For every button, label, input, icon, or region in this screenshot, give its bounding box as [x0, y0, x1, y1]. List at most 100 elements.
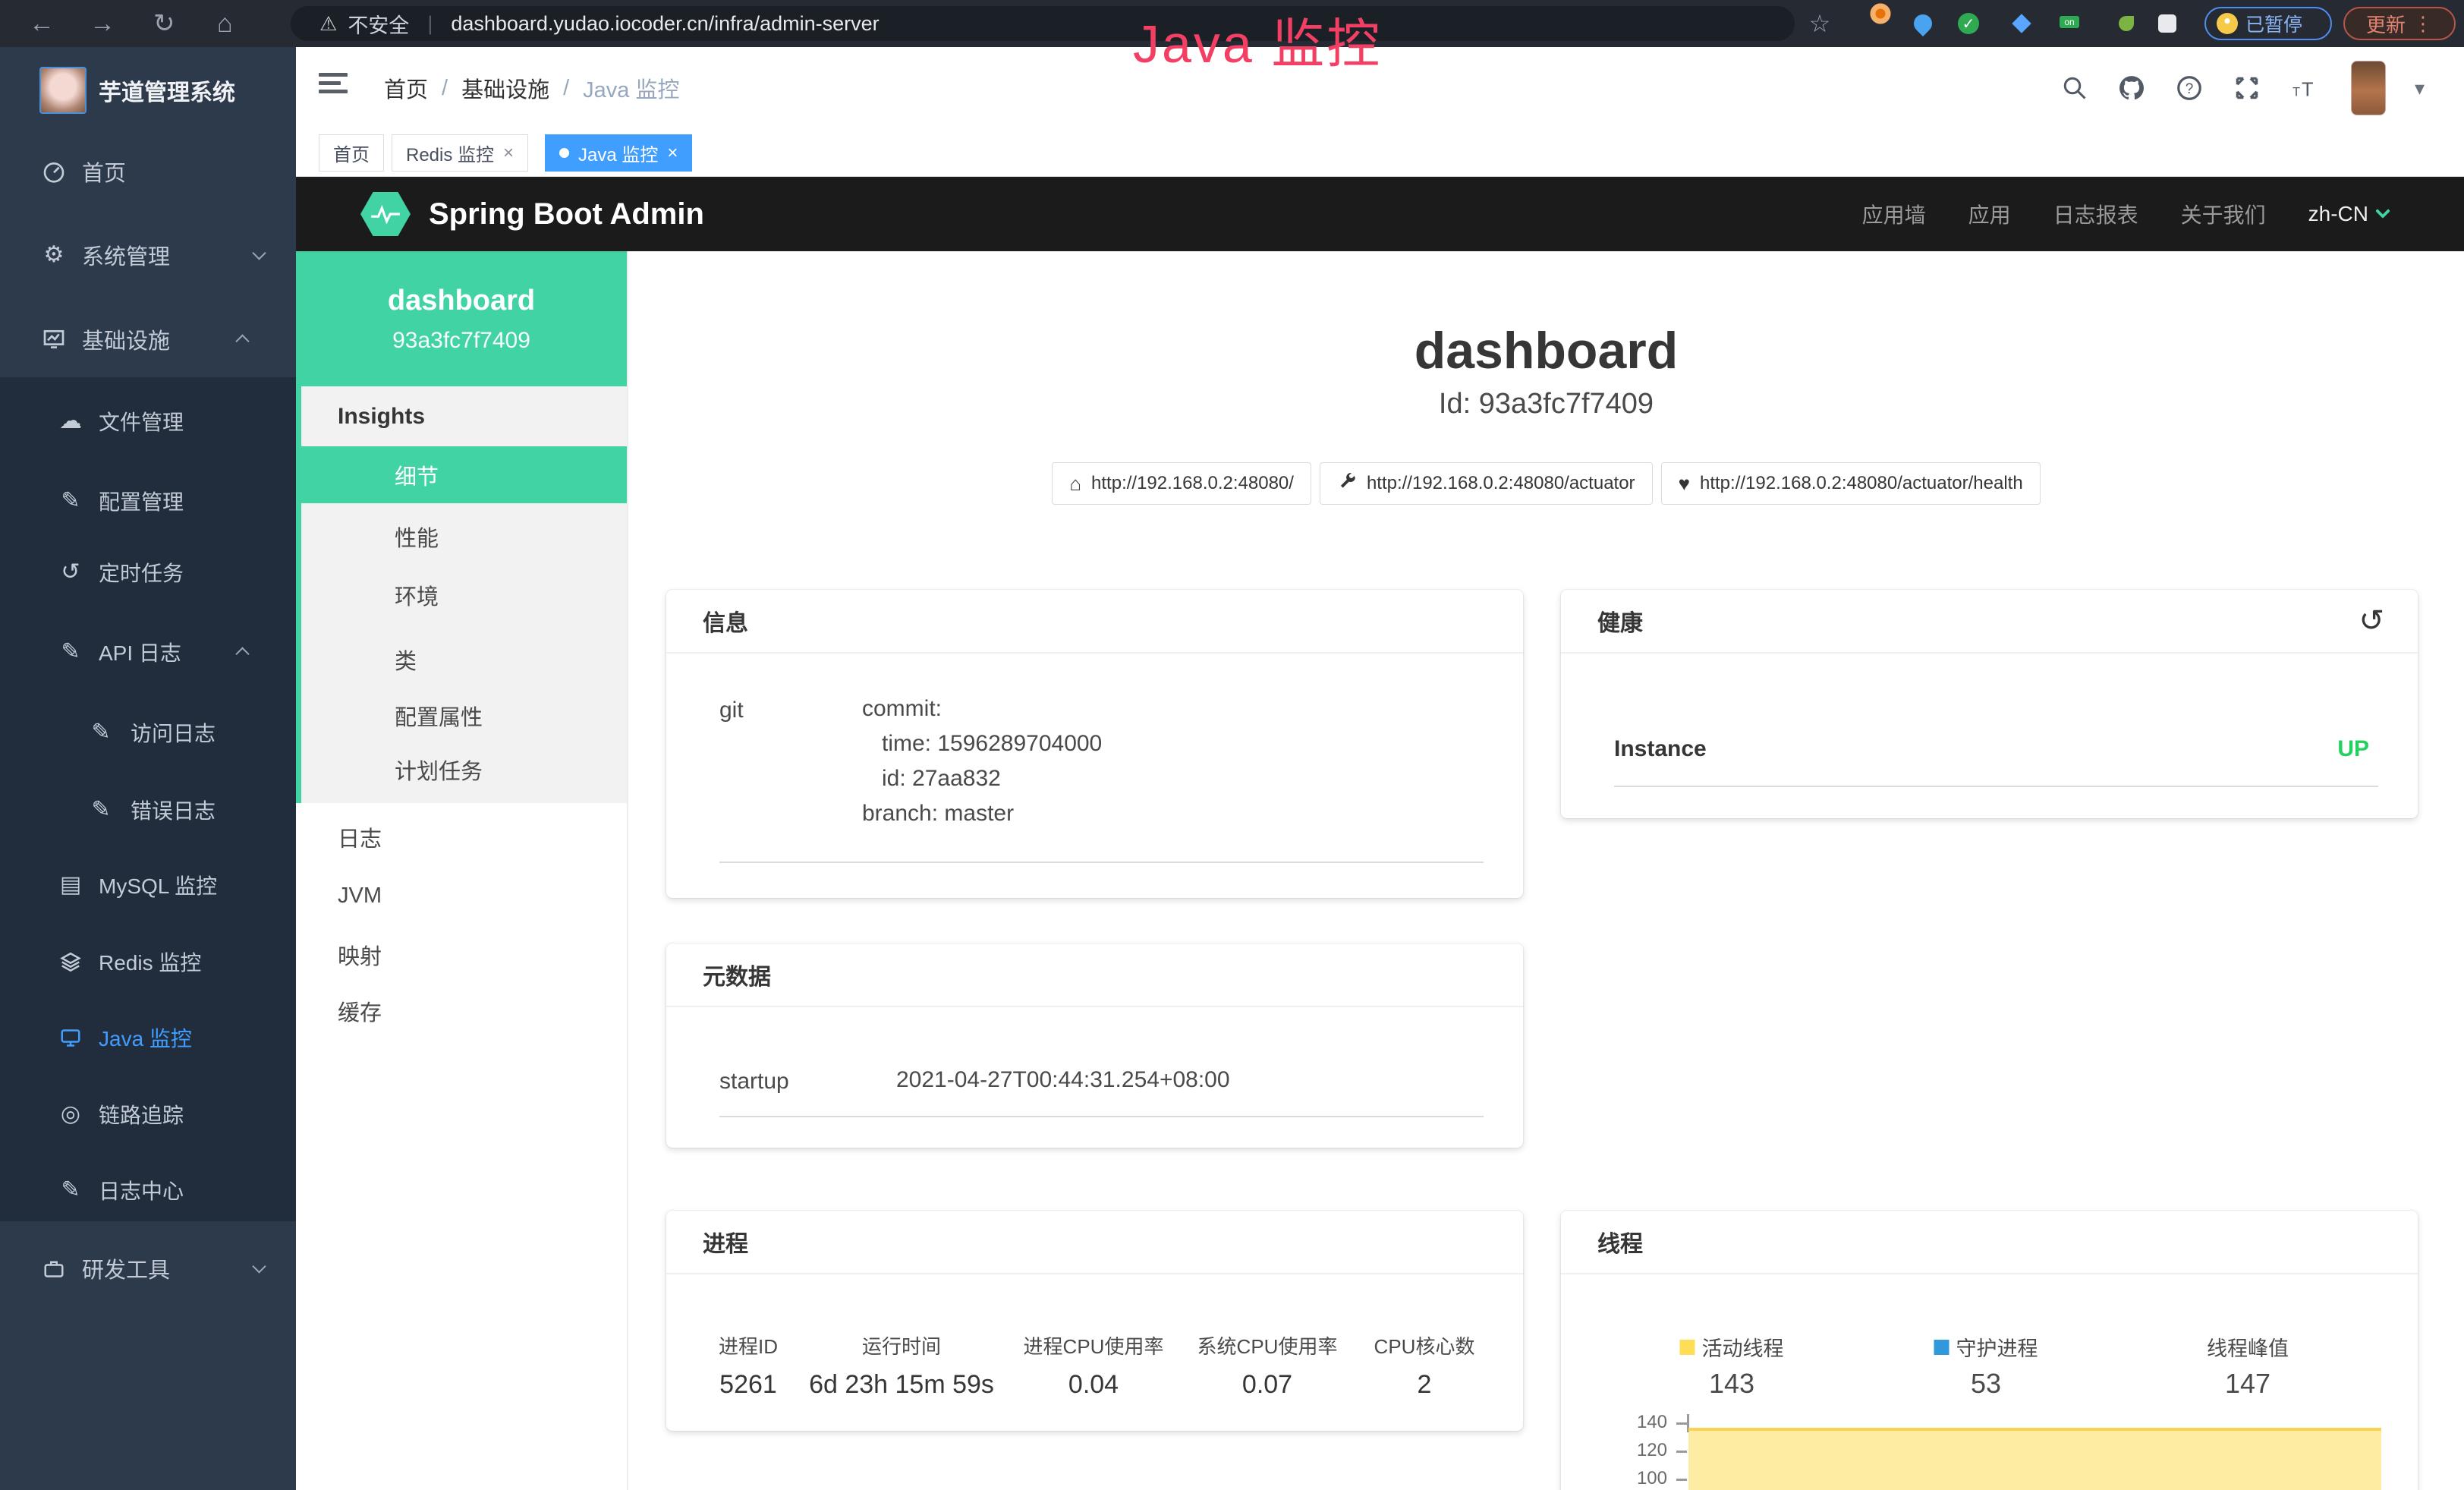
sba-item-classes[interactable]: 类 [296, 631, 627, 688]
health-card: 健康 ↺ Instance UP [1561, 590, 2418, 818]
info-card: 信息 git commit: time: 1596289704000 id: 2… [666, 590, 1523, 898]
github-icon[interactable] [2117, 74, 2146, 102]
chrome-update-button[interactable]: 更新 ⋮ [2343, 7, 2456, 40]
extension-gem-icon[interactable] [2012, 14, 2031, 33]
live-threads-value: 143 [1709, 1368, 1754, 1400]
browser-forward-icon[interactable]: → [90, 11, 115, 36]
user-avatar[interactable] [2351, 61, 2386, 115]
sidebar-item-config-mgmt[interactable]: ✎ 配置管理 [0, 473, 296, 529]
sidebar-item-mysql-monitor[interactable]: ▤ MySQL 监控 [0, 857, 296, 913]
metadata-startup-label: startup [719, 1069, 789, 1095]
sidebar-item-scheduled-jobs[interactable]: ↺ 定时任务 [0, 544, 296, 600]
cloud-upload-icon: ☁ [55, 410, 87, 433]
tab-java-monitor[interactable]: Java 监控 × [545, 134, 692, 172]
user-menu-caret-icon[interactable]: ▾ [2415, 77, 2425, 100]
sba-item-scheduled-tasks[interactable]: 计划任务 [296, 741, 627, 798]
sidebar-item-home[interactable]: 首页 [0, 143, 296, 200]
tab-home[interactable]: 首页 [319, 134, 384, 172]
extension-drop-icon[interactable] [1910, 11, 1936, 36]
sba-nav-journal[interactable]: 日志报表 [2053, 199, 2138, 229]
help-icon[interactable]: ? [2175, 74, 2204, 102]
sba-instance-header[interactable]: dashboard 93a3fc7f7409 [296, 251, 627, 386]
history-icon: ↺ [55, 561, 87, 584]
search-icon[interactable] [2061, 74, 2088, 102]
y-tick-100: 100 [1591, 1468, 1667, 1489]
kebab-menu-icon[interactable]: ⋮ [2413, 12, 2433, 36]
sba-language-select[interactable]: zh-CN [2308, 202, 2388, 226]
svg-text:T: T [2292, 86, 2300, 99]
update-label: 更新 [2366, 10, 2406, 38]
metadata-card-title: 元数据 [703, 958, 771, 991]
url-text: dashboard.yudao.iocoder.cn/infra/admin-s… [451, 12, 879, 36]
edit-icon: ✎ [85, 799, 117, 821]
sidebar-item-tracing[interactable]: ◎ 链路追踪 [0, 1086, 296, 1142]
threads-card: 线程 活动线程 守护进程 线程峰值 143 53 147 140 120 100 [1561, 1211, 2418, 1490]
sba-item-config-props[interactable]: 配置属性 [296, 687, 627, 744]
process-cpu-value: 0.04 [1068, 1370, 1119, 1400]
address-bar[interactable]: ⚠ 不安全 | dashboard.yudao.iocoder.cn/infra… [291, 6, 1795, 41]
insights-group-label: Insights [296, 386, 627, 447]
sidebar-item-log-center[interactable]: ✎ 日志中心 [0, 1162, 296, 1218]
chevron-up-icon [235, 334, 249, 348]
breadcrumb: 首页 / 基础设施 / Java 监控 [384, 47, 679, 129]
close-icon[interactable]: × [503, 143, 514, 164]
sidebar-item-infra[interactable]: 基础设施 [0, 311, 296, 367]
browser-back-icon[interactable]: ← [29, 11, 55, 36]
info-git-label: git [719, 698, 744, 723]
extension-orange-icon[interactable] [1871, 4, 1891, 24]
sidebar-item-dev-tools[interactable]: 研发工具 [0, 1240, 296, 1296]
sidebar-item-redis-monitor[interactable]: Redis 监控 [0, 934, 296, 990]
gauge-icon [38, 159, 70, 184]
y-tickmark [1676, 1422, 1687, 1425]
sidebar-item-java-monitor[interactable]: Java 监控 [0, 1010, 296, 1066]
browser-reload-icon[interactable]: ↻ [153, 11, 175, 36]
wrench-icon [1337, 472, 1357, 495]
profile-paused-badge[interactable]: 已暂停 [2204, 7, 2332, 40]
sba-item-logging[interactable]: 日志 [296, 808, 627, 865]
briefcase-icon [38, 1256, 70, 1280]
extension-leaf-icon[interactable] [2119, 16, 2134, 31]
sba-brand[interactable]: Spring Boot Admin [360, 177, 704, 251]
sba-nav-about[interactable]: 关于我们 [2181, 199, 2266, 229]
close-icon[interactable]: × [667, 143, 678, 164]
extension-check-icon[interactable]: ✓ [1958, 13, 1979, 34]
sba-item-details[interactable]: 细节 [296, 446, 627, 503]
cpu-cores-value: 2 [1418, 1370, 1432, 1400]
sba-main-content: dashboard Id: 93a3fc7f7409 ⌂ http://192.… [628, 251, 2464, 1490]
actuator-url-button[interactable]: http://192.168.0.2:48080/actuator [1320, 462, 1653, 505]
sba-item-environment[interactable]: 环境 [296, 566, 627, 623]
sidebar-item-file-mgmt[interactable]: ☁ 文件管理 [0, 393, 296, 449]
sidebar-item-access-log[interactable]: ✎ 访问日志 [0, 704, 296, 761]
sba-item-jvm[interactable]: JVM [296, 868, 627, 925]
health-url-button[interactable]: ♥ http://192.168.0.2:48080/actuator/heal… [1661, 462, 2041, 505]
health-status-badge: UP [2337, 736, 2369, 762]
breadcrumb-infra[interactable]: 基础设施 [461, 72, 549, 104]
sidebar-item-error-log[interactable]: ✎ 错误日志 [0, 782, 296, 838]
breadcrumb-home[interactable]: 首页 [384, 72, 428, 104]
chevron-down-icon [2375, 203, 2390, 219]
extensions-puzzle-icon[interactable] [2158, 14, 2176, 33]
sba-item-caches[interactable]: 缓存 [296, 982, 627, 1039]
sba-nav-applications[interactable]: 应用 [1968, 199, 2011, 229]
page-title: dashboard [628, 321, 2464, 380]
browser-home-icon[interactable]: ⌂ [217, 11, 233, 36]
health-history-icon[interactable]: ↺ [2359, 603, 2384, 638]
sidebar-item-api-log[interactable]: ✎ API 日志 [0, 624, 296, 680]
live-threads-area-chart [1688, 1428, 2381, 1490]
sba-item-mappings[interactable]: 映射 [296, 926, 627, 983]
fullscreen-icon[interactable] [2233, 74, 2261, 102]
sba-nav-wallboard[interactable]: 应用墙 [1862, 199, 1926, 229]
process-col-header: 运行时间 [862, 1331, 941, 1359]
sba-item-metrics[interactable]: 性能 [296, 508, 627, 565]
bookmark-star-icon[interactable]: ☆ [1809, 9, 1831, 38]
tab-redis-monitor[interactable]: Redis 监控 × [392, 134, 528, 172]
font-size-icon[interactable]: TT [2290, 74, 2322, 102]
edit-icon: ✎ [85, 721, 117, 744]
sidebar-toggle-icon[interactable] [319, 73, 348, 98]
row-divider [719, 1116, 1484, 1117]
process-pid-value: 5261 [719, 1370, 777, 1400]
service-url-button[interactable]: ⌂ http://192.168.0.2:48080/ [1052, 462, 1311, 505]
instance-links-row: ⌂ http://192.168.0.2:48080/ http://192.1… [628, 462, 2464, 505]
app-logo-row[interactable]: 芋道管理系统 [0, 58, 296, 122]
sidebar-item-system[interactable]: ⚙ 系统管理 [0, 227, 296, 283]
